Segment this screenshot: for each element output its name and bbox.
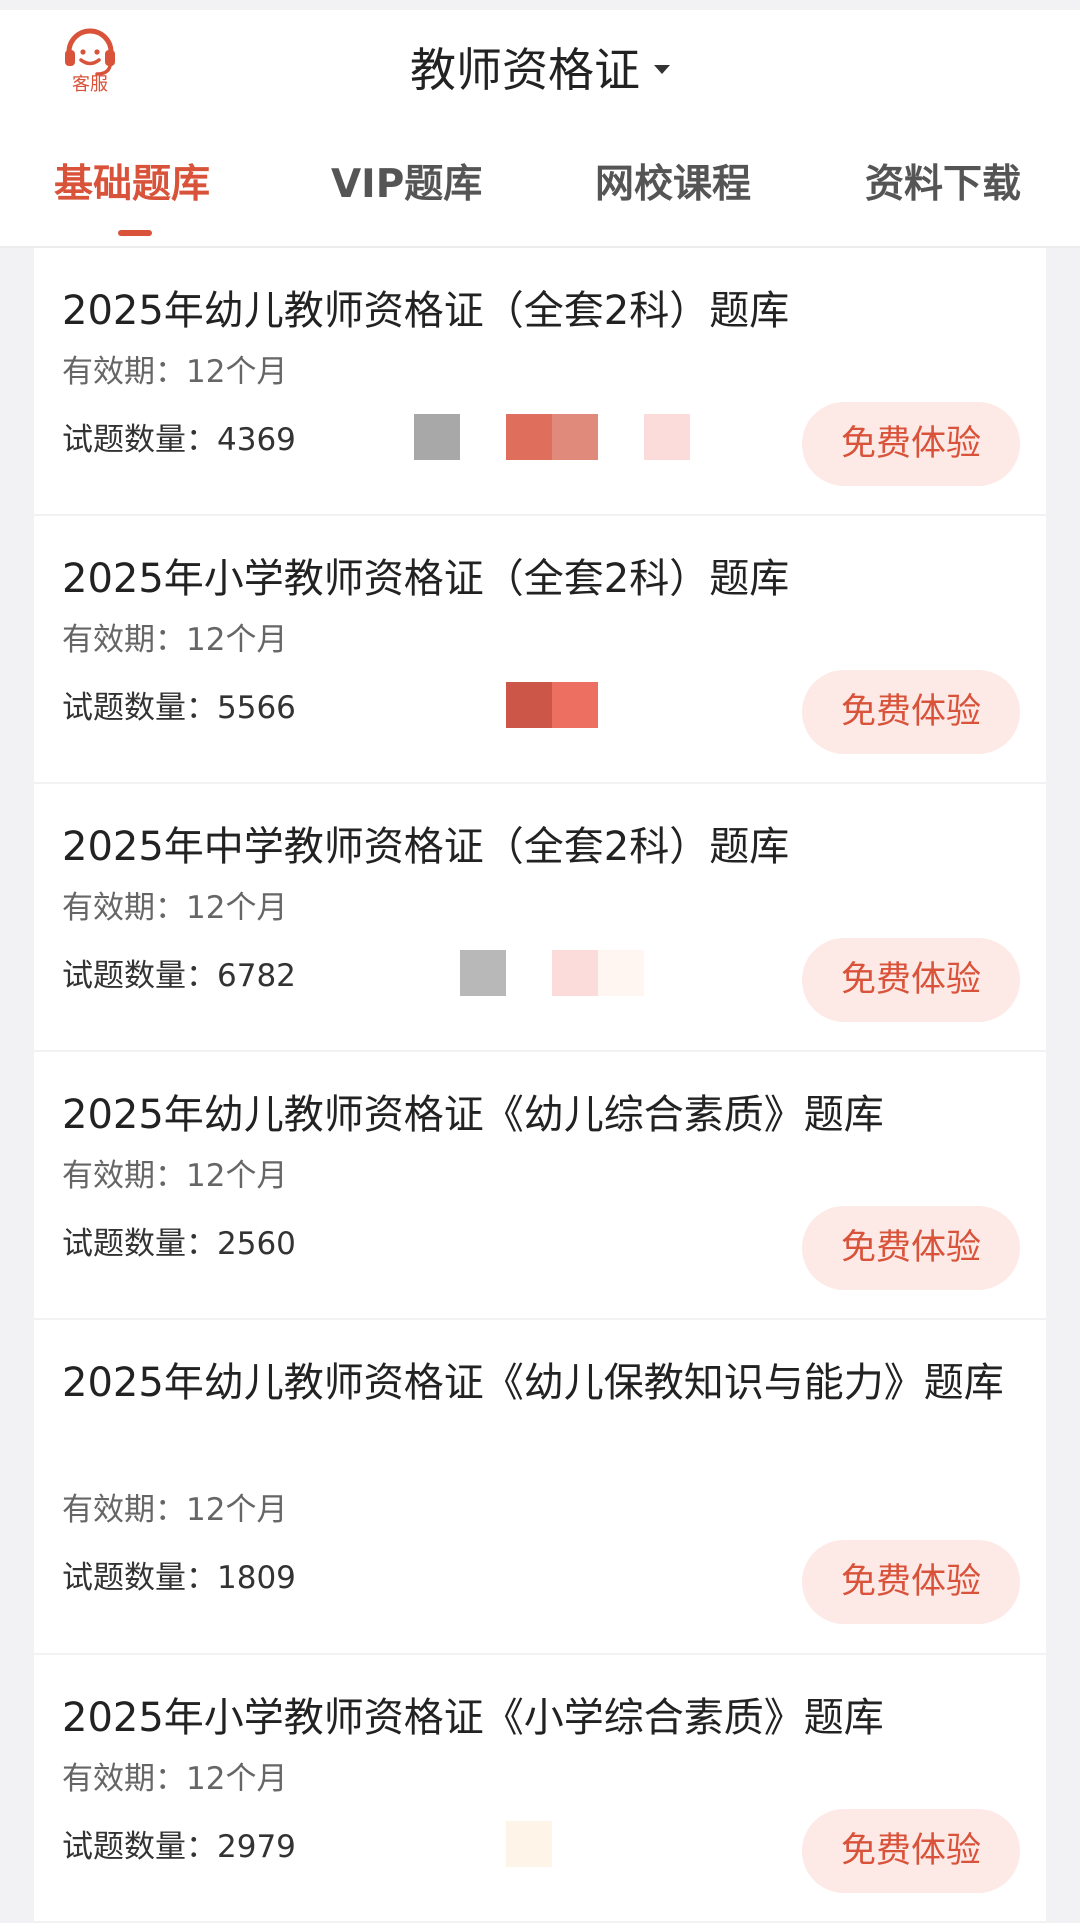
count-label: 试题数量： bbox=[62, 1560, 217, 1596]
tab-basic-question-bank[interactable]: 基础题库 bbox=[54, 160, 210, 210]
count-value: 6782 bbox=[217, 958, 296, 994]
list-item[interactable]: 2025年小学教师资格证《小学综合素质》题库 有效期：12个月 试题数量：297… bbox=[34, 1655, 1046, 1923]
active-tab-indicator bbox=[118, 230, 152, 236]
validity-row: 有效期：12个月 bbox=[62, 352, 287, 392]
tab-online-courses[interactable]: 网校课程 bbox=[595, 160, 751, 210]
redaction-block bbox=[506, 682, 552, 728]
validity-value: 12个月 bbox=[186, 890, 288, 926]
validity-label: 有效期： bbox=[62, 1761, 186, 1797]
count-value: 2560 bbox=[217, 1226, 296, 1262]
item-title: 2025年中学教师资格证（全套2科）题库 bbox=[62, 824, 790, 870]
validity-label: 有效期： bbox=[62, 1492, 186, 1528]
item-title: 2025年小学教师资格证（全套2科）题库 bbox=[62, 556, 790, 602]
count-label: 试题数量： bbox=[62, 1829, 217, 1865]
count-value: 5566 bbox=[217, 690, 296, 726]
validity-row: 有效期：12个月 bbox=[62, 1156, 287, 1196]
validity-label: 有效期： bbox=[62, 622, 186, 658]
tab-bar: 基础题库 VIP题库 网校课程 资料下载 bbox=[0, 160, 1080, 240]
list-item[interactable]: 2025年幼儿教师资格证《幼儿综合素质》题库 有效期：12个月 试题数量：256… bbox=[34, 1052, 1046, 1320]
validity-row: 有效期：12个月 bbox=[62, 620, 287, 660]
item-title: 2025年小学教师资格证《小学综合素质》题库 bbox=[62, 1695, 884, 1741]
list-item[interactable]: 2025年小学教师资格证（全套2科）题库 有效期：12个月 试题数量：5566 … bbox=[34, 516, 1046, 784]
count-label: 试题数量： bbox=[62, 958, 217, 994]
validity-value: 12个月 bbox=[186, 1761, 288, 1797]
validity-row: 有效期：12个月 bbox=[62, 1490, 287, 1530]
count-row: 试题数量：2560 bbox=[62, 1224, 296, 1264]
free-trial-button[interactable]: 免费体验 bbox=[802, 1540, 1020, 1624]
free-trial-button[interactable]: 免费体验 bbox=[802, 938, 1020, 1022]
count-row: 试题数量：4369 bbox=[62, 420, 296, 460]
redaction-block bbox=[644, 414, 690, 460]
tab-vip-question-bank[interactable]: VIP题库 bbox=[331, 160, 482, 210]
question-bank-list: 2025年幼儿教师资格证（全套2科）题库 有效期：12个月 试题数量：4369 … bbox=[34, 248, 1046, 1923]
list-item[interactable]: 2025年幼儿教师资格证《幼儿保教知识与能力》题库 有效期：12个月 试题数量：… bbox=[34, 1320, 1046, 1655]
free-trial-button[interactable]: 免费体验 bbox=[802, 402, 1020, 486]
validity-row: 有效期：12个月 bbox=[62, 1759, 287, 1799]
caret-down-icon bbox=[654, 65, 670, 74]
free-trial-button[interactable]: 免费体验 bbox=[802, 670, 1020, 754]
item-title: 2025年幼儿教师资格证（全套2科）题库 bbox=[62, 288, 790, 334]
count-label: 试题数量： bbox=[62, 690, 217, 726]
count-value: 1809 bbox=[217, 1560, 296, 1596]
count-row: 试题数量：2979 bbox=[62, 1827, 296, 1867]
validity-value: 12个月 bbox=[186, 1158, 288, 1194]
redaction-block bbox=[552, 950, 598, 996]
free-trial-button[interactable]: 免费体验 bbox=[802, 1206, 1020, 1290]
tab-materials-download[interactable]: 资料下载 bbox=[865, 160, 1021, 210]
free-trial-button[interactable]: 免费体验 bbox=[802, 1809, 1020, 1893]
count-row: 试题数量：5566 bbox=[62, 688, 296, 728]
validity-label: 有效期： bbox=[62, 354, 186, 390]
redaction-block bbox=[460, 950, 506, 996]
redaction-block bbox=[506, 1821, 552, 1867]
count-value: 2979 bbox=[217, 1829, 296, 1865]
count-value: 4369 bbox=[217, 422, 296, 458]
list-item[interactable]: 2025年中学教师资格证（全套2科）题库 有效期：12个月 试题数量：6782 … bbox=[34, 784, 1046, 1052]
redaction-block bbox=[552, 682, 598, 728]
validity-row: 有效期：12个月 bbox=[62, 888, 287, 928]
count-row: 试题数量：6782 bbox=[62, 956, 296, 996]
page-title: 教师资格证 bbox=[410, 43, 640, 97]
redaction-block bbox=[552, 414, 598, 460]
validity-label: 有效期： bbox=[62, 1158, 186, 1194]
count-label: 试题数量： bbox=[62, 1226, 217, 1262]
redaction-block bbox=[414, 414, 460, 460]
item-title: 2025年幼儿教师资格证《幼儿保教知识与能力》题库 bbox=[62, 1360, 1004, 1406]
count-label: 试题数量： bbox=[62, 422, 217, 458]
validity-value: 12个月 bbox=[186, 1492, 288, 1528]
count-row: 试题数量：1809 bbox=[62, 1558, 296, 1598]
exam-selector[interactable]: 教师资格证 bbox=[0, 40, 1080, 100]
validity-label: 有效期： bbox=[62, 890, 186, 926]
top-bar: 客服 教师资格证 基础题库 VIP题库 网校课程 资料下载 bbox=[0, 10, 1080, 248]
list-item[interactable]: 2025年幼儿教师资格证（全套2科）题库 有效期：12个月 试题数量：4369 … bbox=[34, 248, 1046, 516]
redaction-block bbox=[506, 414, 552, 460]
item-title: 2025年幼儿教师资格证《幼儿综合素质》题库 bbox=[62, 1092, 884, 1138]
validity-value: 12个月 bbox=[186, 622, 288, 658]
validity-value: 12个月 bbox=[186, 354, 288, 390]
redaction-block bbox=[598, 950, 644, 996]
